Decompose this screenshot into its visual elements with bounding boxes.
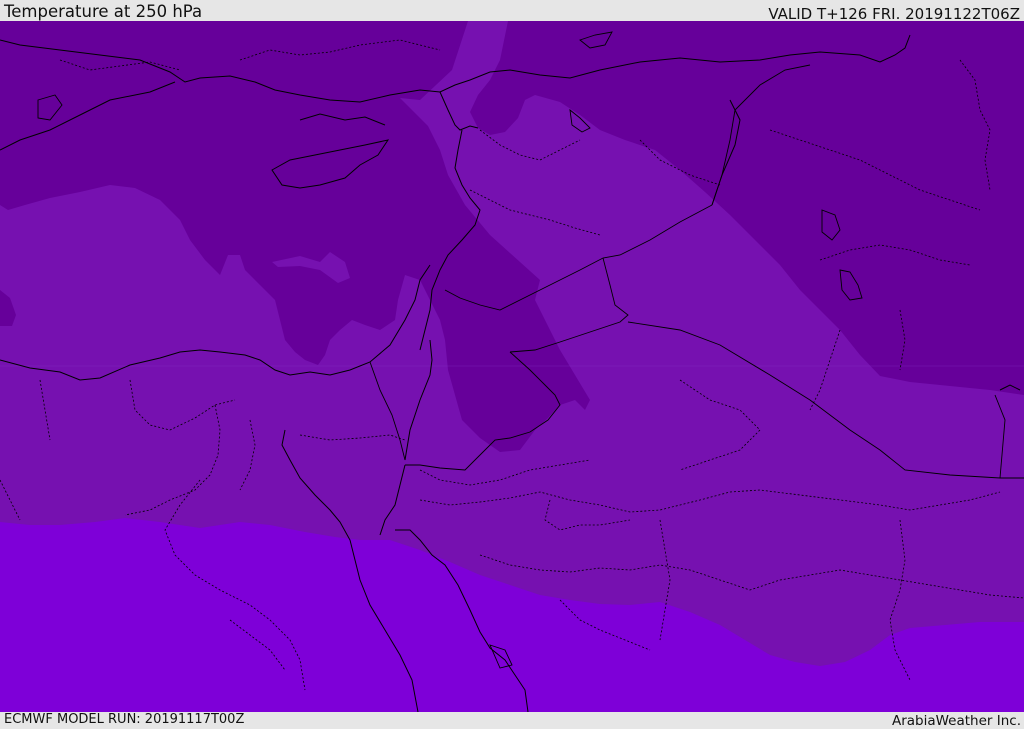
credit-label: ArabiaWeather Inc.	[891, 713, 1021, 729]
weather-map-frame: Temperature at 250 hPa VALID T+126 FRI. …	[0, 0, 1024, 729]
model-run-label: ECMWF MODEL RUN: 20191117T00Z	[4, 712, 245, 727]
footer-bar: ECMWF MODEL RUN: 20191117T00Z ArabiaWeat…	[0, 712, 1024, 729]
temperature-map	[0, 21, 1024, 712]
map-title: Temperature at 250 hPa	[4, 2, 203, 21]
header-bar: Temperature at 250 hPa VALID T+126 FRI. …	[0, 0, 1024, 23]
